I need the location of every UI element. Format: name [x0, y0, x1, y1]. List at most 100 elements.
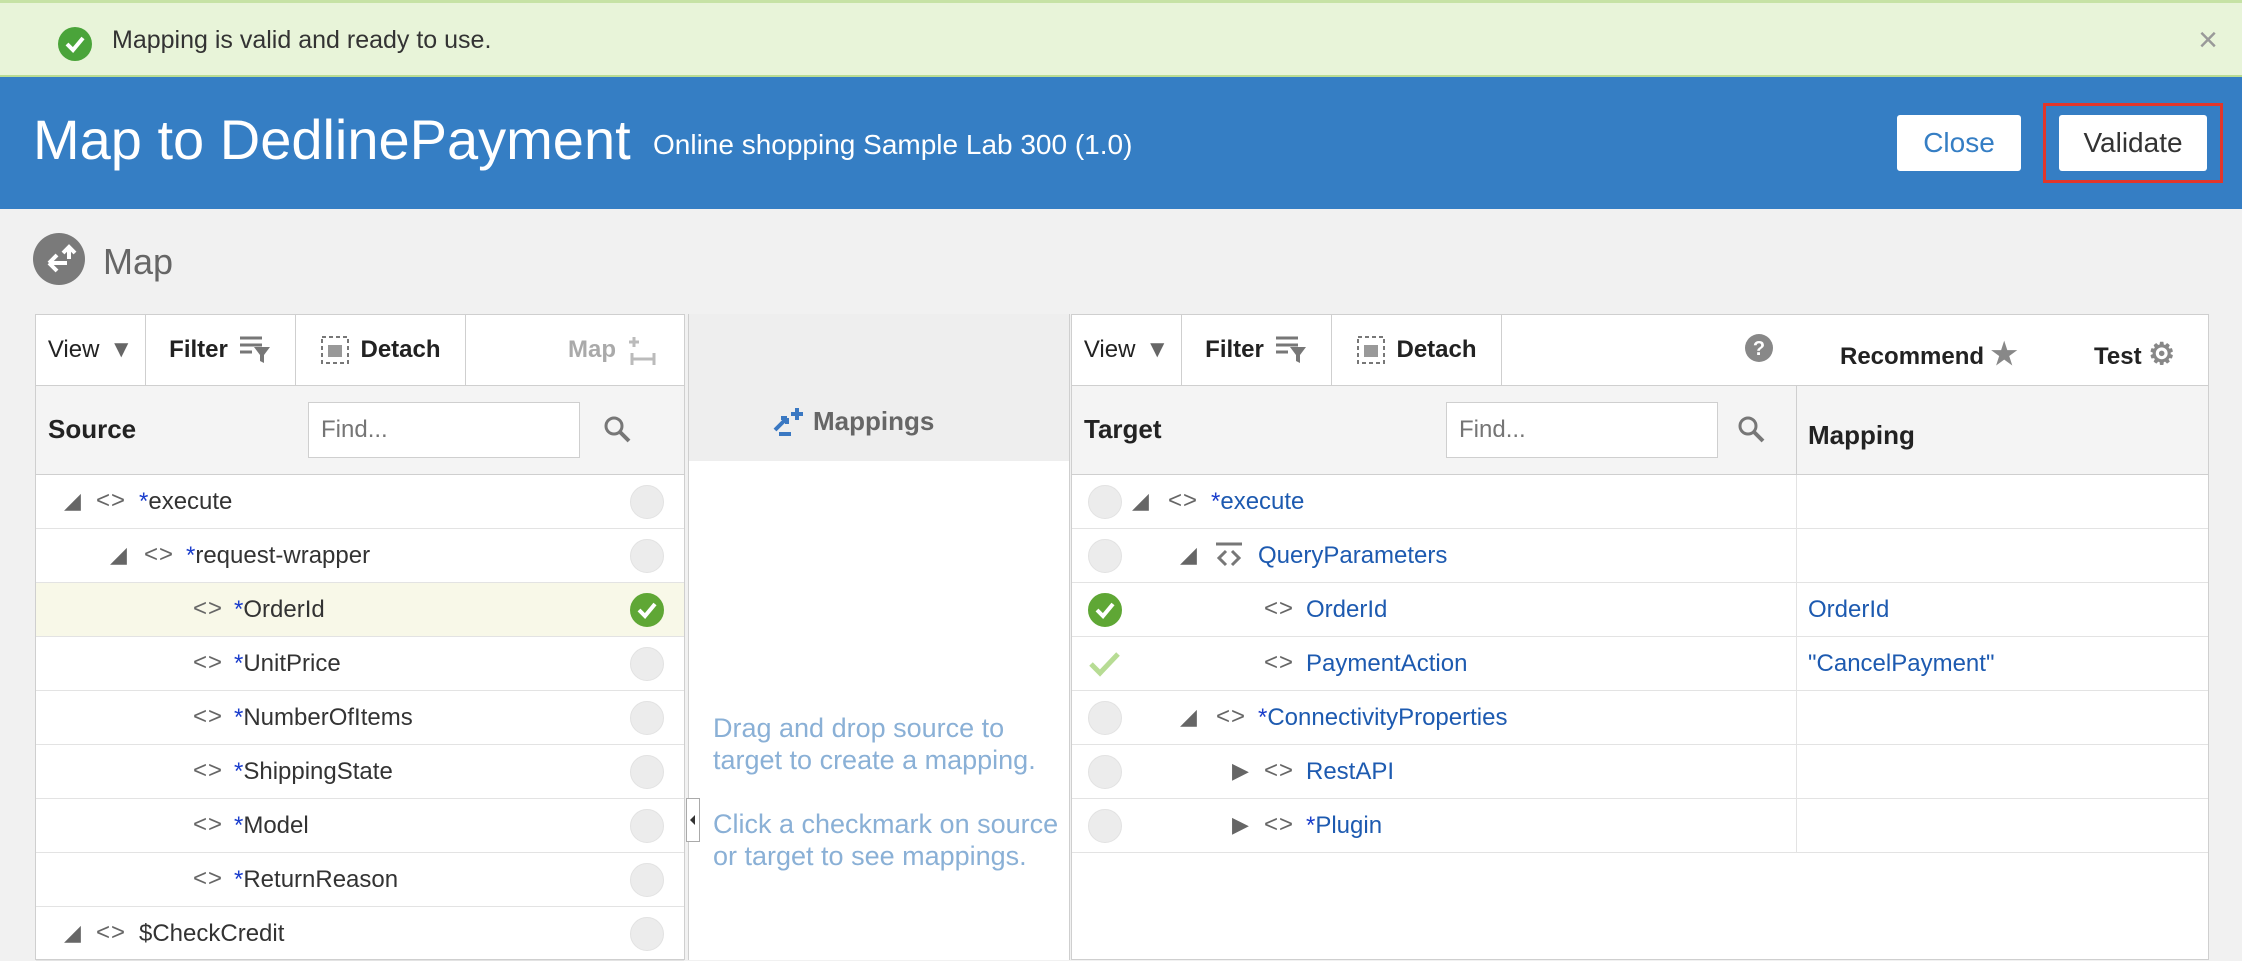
mapping-status-dot[interactable]: [1088, 485, 1122, 519]
collapse-triangle-icon[interactable]: ◢: [1180, 704, 1197, 730]
required-marker: *: [186, 542, 196, 569]
target-view-menu[interactable]: View ▼: [1072, 315, 1182, 385]
source-tree-row[interactable]: ◢ <> *execute: [36, 475, 684, 529]
mapping-status-dot[interactable]: [1088, 539, 1122, 573]
element-icon: <>: [193, 757, 224, 784]
source-tree-row[interactable]: ◢ <> *request-wrapper: [36, 529, 684, 583]
mappings-icon: [773, 408, 803, 436]
target-tree-row[interactable]: <> OrderId OrderId: [1072, 583, 2208, 637]
source-tree-row-selected[interactable]: <> *OrderId: [36, 583, 684, 637]
required-marker: *: [234, 704, 244, 731]
mapping-value[interactable]: "CancelPayment": [1808, 650, 1994, 678]
collapse-triangle-icon[interactable]: ◢: [1132, 488, 1149, 514]
node-label: execute: [1220, 488, 1305, 515]
element-icon: <>: [1216, 703, 1247, 730]
target-tree-row[interactable]: ▶ <> *Plugin: [1072, 799, 2208, 853]
element-icon: <>: [193, 703, 224, 730]
source-tree-row[interactable]: <> *ShippingState: [36, 745, 684, 799]
target-tree-row[interactable]: <> PaymentAction "CancelPayment": [1072, 637, 2208, 691]
expand-triangle-icon[interactable]: ▶: [1232, 812, 1249, 838]
element-icon: <>: [193, 649, 224, 676]
mapping-status-dot[interactable]: [630, 647, 664, 681]
element-icon: <>: [193, 865, 224, 892]
mapping-status-dot[interactable]: [1088, 809, 1122, 843]
mapping-status-dot[interactable]: [1088, 701, 1122, 735]
view-label: View: [1083, 336, 1136, 363]
source-tree-row[interactable]: <> *ReturnReason: [36, 853, 684, 907]
validate-button[interactable]: Validate: [2059, 115, 2207, 171]
detach-icon: [321, 336, 350, 364]
collapse-triangle-icon[interactable]: ◢: [1180, 542, 1197, 568]
source-view-menu[interactable]: View ▼: [36, 315, 146, 385]
map-button[interactable]: Map: [466, 315, 684, 385]
mapped-check-icon[interactable]: [1088, 593, 1122, 627]
mapping-status-dot[interactable]: [630, 917, 664, 951]
node-label: Model: [243, 812, 309, 839]
mapping-status-dot[interactable]: [630, 755, 664, 789]
close-button[interactable]: Close: [1897, 115, 2021, 171]
search-icon[interactable]: [602, 414, 632, 444]
mapping-status-dot[interactable]: [630, 701, 664, 735]
map-add-icon: [629, 337, 656, 365]
recommend-label: Recommend: [1840, 343, 1985, 370]
mappings-header: Mappings: [689, 314, 1069, 461]
mapping-status-dot[interactable]: [1088, 755, 1122, 789]
element-icon: <>: [1264, 757, 1295, 784]
element-icon: <>: [96, 919, 127, 946]
test-button[interactable]: Test ⚙: [2094, 337, 2175, 372]
target-tree-row[interactable]: ◢ <> *ConnectivityProperties: [1072, 691, 2208, 745]
check-circle-icon: [58, 27, 92, 61]
banner-message: Mapping is valid and ready to use.: [112, 26, 492, 54]
mappings-hint-checkmark: Click a checkmark on source or target to…: [713, 809, 1059, 871]
target-tree-row[interactable]: ◢ QueryParameters: [1072, 529, 2208, 583]
mapped-check-icon[interactable]: [630, 593, 664, 627]
collapse-triangle-icon[interactable]: ◢: [110, 542, 127, 568]
source-panel: View ▼ Filter Detach Map Source ◢ <> *ex…: [35, 314, 685, 961]
target-column-header: Target Mapping: [1072, 385, 2208, 476]
collapse-triangle-icon[interactable]: ◢: [64, 920, 81, 946]
source-filter-button[interactable]: Filter: [146, 315, 296, 385]
source-tree-row[interactable]: <> *Model: [36, 799, 684, 853]
required-marker: *: [234, 650, 244, 677]
query-parameters-icon: [1216, 542, 1242, 567]
page-header: Map to DedlinePayment Online shopping Sa…: [0, 77, 2242, 209]
required-marker: *: [1211, 488, 1221, 515]
help-icon[interactable]: ?: [1744, 333, 1774, 363]
map-label: Map: [568, 336, 616, 363]
mapping-status-dot[interactable]: [630, 863, 664, 897]
source-tree-row[interactable]: <> *UnitPrice: [36, 637, 684, 691]
source-tree-row[interactable]: ◢ <> $CheckCredit: [36, 907, 684, 961]
target-find-input[interactable]: [1446, 402, 1718, 458]
map-icon: [33, 233, 85, 285]
target-detach-button[interactable]: Detach: [1332, 315, 1502, 385]
mapping-status-dot[interactable]: [630, 539, 664, 573]
source-tree-row[interactable]: <> *NumberOfItems: [36, 691, 684, 745]
collapse-triangle-icon[interactable]: ◢: [64, 488, 81, 514]
mapping-column-title: Mapping: [1808, 420, 1915, 450]
light-check-icon[interactable]: [1088, 649, 1122, 679]
splitter-handle[interactable]: [686, 798, 700, 842]
source-find-input[interactable]: [308, 402, 580, 458]
element-icon: <>: [193, 595, 224, 622]
mapping-status-dot[interactable]: [630, 809, 664, 843]
mapping-value[interactable]: OrderId: [1808, 596, 1889, 624]
search-icon[interactable]: [1736, 414, 1766, 444]
element-icon: <>: [1264, 595, 1295, 622]
mapping-status-dot[interactable]: [630, 485, 664, 519]
target-filter-button[interactable]: Filter: [1182, 315, 1332, 385]
filter-icon: [239, 336, 270, 363]
close-icon[interactable]: ×: [2198, 21, 2218, 60]
mappings-title: Mappings: [813, 406, 935, 436]
element-icon: <>: [1264, 811, 1295, 838]
filter-label: Filter: [169, 336, 228, 363]
element-icon: <>: [1264, 649, 1295, 676]
column-divider: [1796, 386, 1797, 476]
detach-label: Detach: [1396, 336, 1477, 363]
expand-triangle-icon[interactable]: ▶: [1232, 758, 1249, 784]
target-tree-row[interactable]: ◢ <> *execute: [1072, 475, 2208, 529]
recommend-button[interactable]: Recommend ★: [1840, 337, 2018, 372]
target-tree-row[interactable]: ▶ <> RestAPI: [1072, 745, 2208, 799]
source-detach-button[interactable]: Detach: [296, 315, 466, 385]
node-label: ReturnReason: [243, 866, 399, 893]
node-label: UnitPrice: [243, 650, 341, 677]
